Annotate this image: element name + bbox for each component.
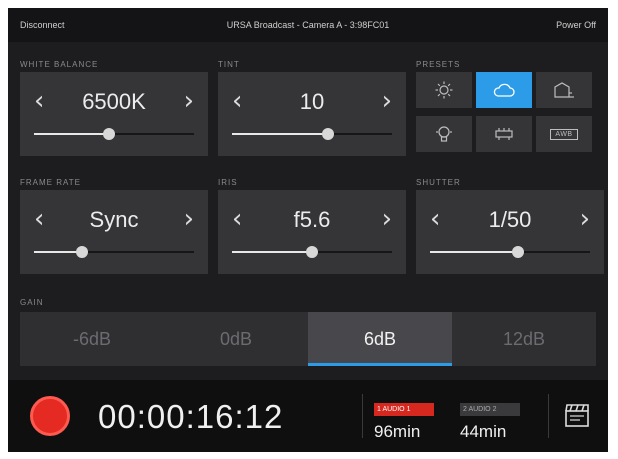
media-slot-1[interactable]: 1 AUDIO 1 96min bbox=[374, 398, 434, 442]
fluorescent-icon bbox=[495, 128, 513, 140]
awb-icon: AWB bbox=[550, 128, 578, 140]
tint-label: TINT bbox=[218, 60, 240, 69]
gain-option-label: 6dB bbox=[363, 329, 397, 349]
white-balance-label: WHITE BALANCE bbox=[20, 60, 99, 69]
white-balance-slider-fill bbox=[34, 133, 110, 135]
gain-option-minus-6db[interactable]: -6dB bbox=[20, 312, 164, 366]
slot-1-remaining: 96min bbox=[374, 422, 421, 441]
preset-shade[interactable] bbox=[536, 72, 592, 108]
white-balance-value: 6500K bbox=[82, 89, 146, 114]
tint-value: 10 bbox=[299, 89, 325, 114]
tint-slider-fill bbox=[232, 133, 328, 135]
shutter-slider-knob[interactable] bbox=[512, 246, 524, 258]
power-off-button[interactable]: Power Off bbox=[556, 20, 596, 30]
frame-rate-slider-fill bbox=[34, 251, 82, 253]
cloud-icon bbox=[493, 83, 515, 97]
gain-label: GAIN bbox=[20, 298, 44, 307]
gain-option-6db[interactable]: 6dB bbox=[308, 312, 452, 366]
iris-control: ‹ f5.6 › bbox=[218, 190, 406, 274]
tint-decrease-button[interactable]: ‹ bbox=[232, 86, 242, 116]
frame-rate-value: Sync bbox=[89, 207, 139, 232]
preset-tungsten[interactable] bbox=[416, 116, 472, 152]
frame-rate-slider-knob[interactable] bbox=[76, 246, 88, 258]
iris-value: f5.6 bbox=[293, 207, 331, 232]
white-balance-slider-knob[interactable] bbox=[103, 128, 116, 140]
tint-increase-button[interactable]: › bbox=[382, 86, 392, 116]
divider bbox=[362, 394, 363, 438]
white-balance-slider[interactable] bbox=[34, 128, 194, 140]
media-slot-2[interactable]: 2 AUDIO 2 44min bbox=[460, 398, 520, 442]
tungsten-icon bbox=[436, 126, 452, 142]
tint-slider[interactable] bbox=[232, 128, 392, 140]
iris-increase-button[interactable]: › bbox=[382, 204, 392, 234]
shutter-label: SHUTTER bbox=[416, 178, 461, 187]
camera-title: URSA Broadcast - Camera A - 3:98FC01 bbox=[226, 20, 390, 30]
gain-option-label: 0dB bbox=[219, 329, 253, 349]
shade-icon bbox=[554, 82, 574, 98]
sun-icon bbox=[435, 81, 453, 99]
tint-slider-knob[interactable] bbox=[322, 128, 334, 140]
preset-cloudy[interactable] bbox=[476, 72, 532, 108]
preset-daylight[interactable] bbox=[416, 72, 472, 108]
gain-option-label: 12dB bbox=[502, 329, 546, 349]
white-balance-control: ‹ 6500K › bbox=[20, 72, 208, 156]
frame-rate-label: FRAME RATE bbox=[20, 178, 81, 187]
camera-control-screen: Disconnect URSA Broadcast - Camera A - 3… bbox=[8, 8, 608, 452]
shutter-value: 1/50 bbox=[488, 207, 532, 232]
record-button[interactable] bbox=[30, 396, 70, 436]
slot-2-remaining: 44min bbox=[460, 422, 507, 441]
slot-1-tag: 1 AUDIO 1 bbox=[374, 403, 434, 416]
frame-rate-control: ‹ Sync › bbox=[20, 190, 208, 274]
divider bbox=[548, 394, 549, 438]
slot-2-tag: 2 AUDIO 2 bbox=[460, 403, 520, 416]
shutter-control: ‹ 1/50 › bbox=[416, 190, 604, 274]
iris-label: IRIS bbox=[218, 178, 238, 187]
slate-button[interactable] bbox=[564, 402, 590, 433]
gain-option-label: -6dB bbox=[72, 329, 112, 349]
gain-selector: -6dB 0dB 6dB 12dB bbox=[20, 312, 596, 366]
gain-active-indicator bbox=[308, 363, 452, 366]
white-balance-decrease-button[interactable]: ‹ bbox=[34, 86, 44, 116]
frame-rate-slider[interactable] bbox=[34, 246, 194, 258]
presets-label: PRESETS bbox=[416, 60, 461, 69]
gain-option-0db[interactable]: 0dB bbox=[164, 312, 308, 366]
preset-awb[interactable]: AWB bbox=[536, 116, 592, 152]
preset-fluorescent[interactable] bbox=[476, 116, 532, 152]
frame-rate-decrease-button[interactable]: ‹ bbox=[34, 204, 44, 234]
shutter-slider-fill bbox=[430, 251, 518, 253]
tint-control: ‹ 10 › bbox=[218, 72, 406, 156]
shutter-increase-button[interactable]: › bbox=[580, 204, 590, 234]
clapperboard-icon bbox=[565, 404, 589, 427]
white-balance-increase-button[interactable]: › bbox=[184, 86, 194, 116]
iris-decrease-button[interactable]: ‹ bbox=[232, 204, 242, 234]
gain-option-12db[interactable]: 12dB bbox=[452, 312, 596, 366]
top-bar: Disconnect URSA Broadcast - Camera A - 3… bbox=[8, 8, 608, 42]
timecode: 00:00:16:12 bbox=[98, 398, 284, 435]
bottom-bar: 00:00:16:12 1 AUDIO 1 96min 2 AUDIO 2 44… bbox=[8, 380, 608, 452]
iris-slider-knob[interactable] bbox=[306, 246, 318, 258]
shutter-decrease-button[interactable]: ‹ bbox=[430, 204, 440, 234]
frame-rate-increase-button[interactable]: › bbox=[184, 204, 194, 234]
iris-slider[interactable] bbox=[232, 246, 392, 258]
iris-slider-fill bbox=[232, 251, 312, 253]
shutter-slider[interactable] bbox=[430, 246, 590, 258]
